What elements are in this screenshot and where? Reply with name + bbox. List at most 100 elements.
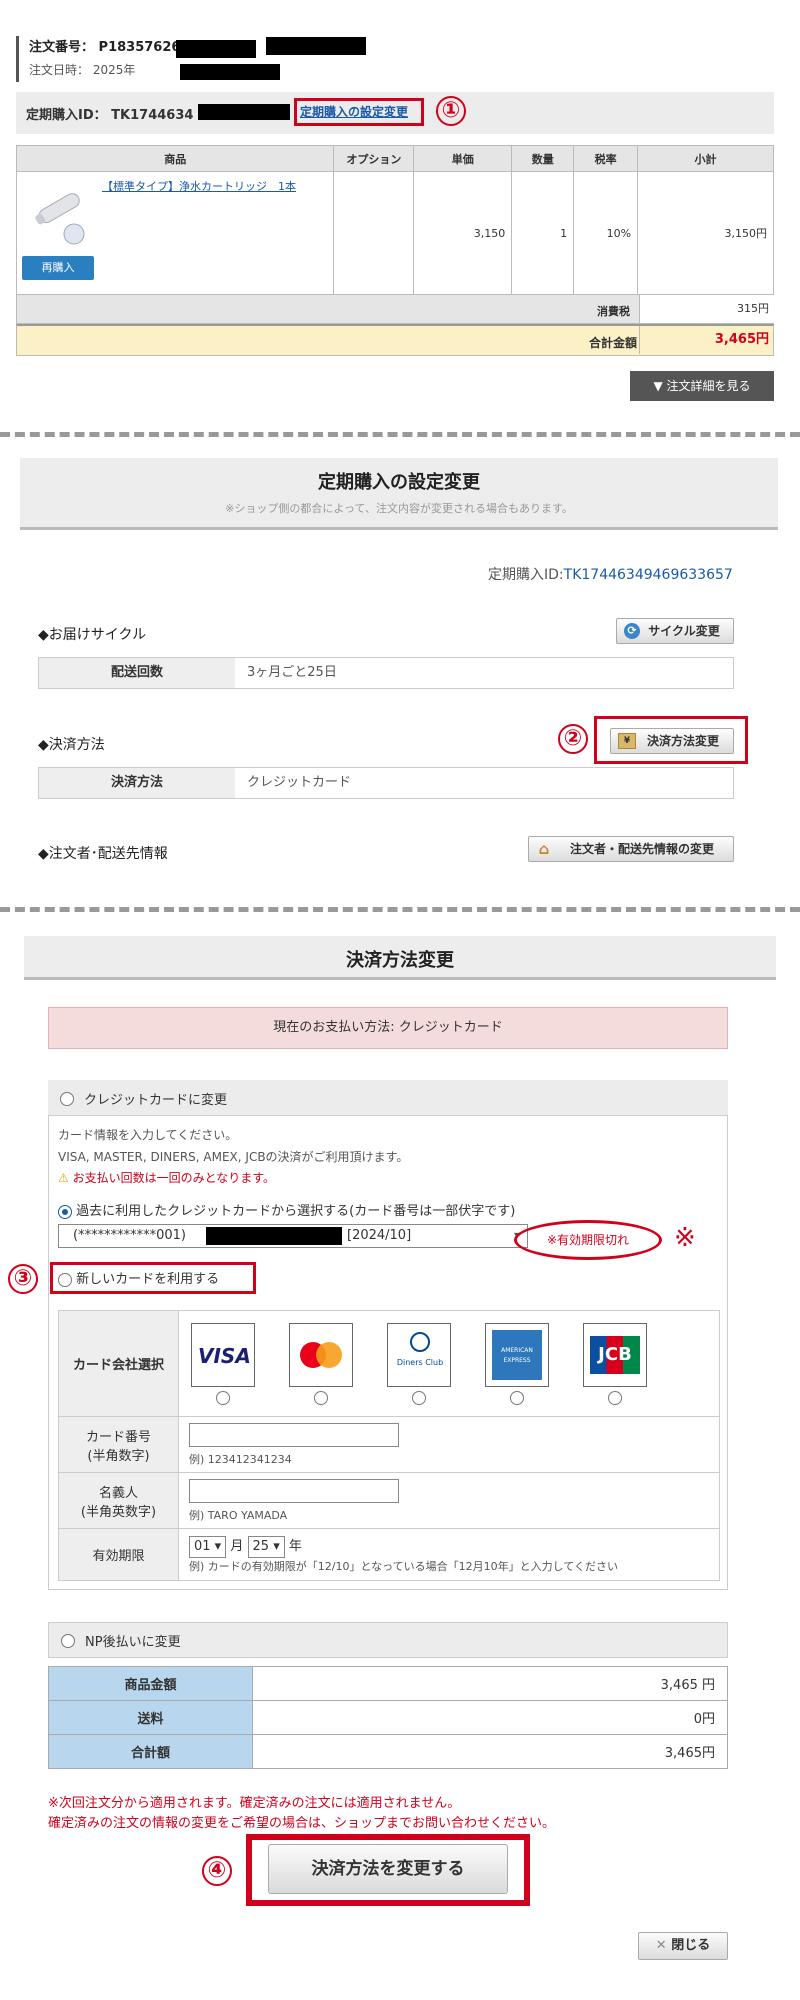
close-icon: ✕: [655, 1938, 667, 1953]
card-number-input[interactable]: [189, 1422, 399, 1447]
col-subtotal: 小計: [637, 145, 774, 172]
redaction: [180, 64, 280, 80]
product-link[interactable]: 【標準タイプ】浄水カートリッジ 1本: [102, 178, 296, 194]
teiki-id-label-2: 定期購入ID:: [488, 567, 564, 583]
payment-key: 決済方法: [39, 768, 235, 798]
diners-radio[interactable]: [412, 1390, 426, 1405]
cycle-change-button[interactable]: ⟳ サイクル変更: [616, 618, 734, 644]
mastercard-radio[interactable]: [314, 1390, 328, 1405]
order-date-label: 注文日時：: [29, 63, 90, 77]
redaction: [198, 104, 290, 120]
subtotal: 3,150円: [637, 171, 774, 295]
marker-3: ③: [8, 1264, 38, 1294]
amex-choice[interactable]: AMERICAN EXPRESS: [485, 1322, 549, 1405]
past-card-expiry: [2024/10]: [347, 1228, 412, 1243]
jcb-logo: JCB: [583, 1322, 647, 1387]
tax-value: 315円: [639, 295, 775, 323]
teiki-id-label: 定期購入ID：: [26, 108, 107, 123]
order-detail-button[interactable]: ▼ 注文詳細を見る: [630, 371, 774, 401]
new-card-option[interactable]: 新しいカードを利用する: [58, 1268, 219, 1287]
change-payment-submit-button[interactable]: 決済方法を変更する: [268, 1844, 508, 1894]
holder-label: 名義人 (半角英数字): [58, 1472, 179, 1529]
diners-choice[interactable]: Diners Club: [387, 1322, 451, 1405]
new-card-radio[interactable]: [58, 1272, 72, 1287]
divider: [0, 907, 800, 912]
tax-label: 消費税: [597, 305, 630, 318]
payment-value: クレジットカード: [247, 775, 352, 790]
expiry-example: 例) カードの有効期限が「12/10」となっている場合「12月10年」と入力して…: [189, 1560, 618, 1573]
jcb-choice[interactable]: JCB: [583, 1322, 647, 1405]
summary-label: 商品金額: [48, 1666, 253, 1701]
marker-asterisk: ※: [674, 1223, 696, 1253]
holder-input[interactable]: [189, 1478, 399, 1503]
close-button[interactable]: ✕ 閉じる: [638, 1932, 728, 1960]
diners-logo: Diners Club: [387, 1322, 451, 1387]
delivery-key: 配送回数: [39, 658, 235, 688]
visa-radio[interactable]: [216, 1390, 230, 1405]
cycle-change-label: サイクル変更: [648, 624, 720, 638]
credit-option-row[interactable]: クレジットカードに変更: [48, 1080, 728, 1116]
product-image: [35, 193, 85, 245]
redaction: [206, 1227, 342, 1245]
items-table: 商品 オプション 単価 数量 税率 小計 3,150 1 10% 3,150円: [15, 145, 774, 295]
col-unit-price: 単価: [413, 145, 513, 172]
np-option-label: NP後払いに変更: [85, 1635, 181, 1650]
teiki-settings-header: 定期購入の設定変更 ※ショップ側の都合によって、注文内容が変更される場合もありま…: [20, 458, 778, 530]
delivery-row: 配送回数 3ヶ月ごと25日: [38, 657, 734, 689]
customer-label: ◆注文者･配送先情報: [38, 846, 168, 862]
card-info-1: カード情報を入力してください。: [58, 1128, 238, 1142]
close-label: 閉じる: [671, 1938, 711, 1953]
rebuy-button[interactable]: 再購入: [22, 256, 94, 280]
teiki-id: TK1744634: [111, 108, 194, 123]
highlight-box: [294, 98, 424, 126]
order-number-label: 注文番号：: [29, 40, 95, 55]
past-card-option-label: 過去に利用したクレジットカードから選択する(カード番号は一部伏字です): [76, 1204, 516, 1219]
option-cell: [333, 171, 415, 295]
past-card-option[interactable]: 過去に利用したクレジットカードから選択する(カード番号は一部伏字です): [58, 1200, 515, 1219]
new-card-option-label: 新しいカードを利用する: [76, 1272, 220, 1287]
summary-table: 商品金額 3,465 円 送料 0円 合計額 3,465円: [48, 1666, 728, 1769]
col-tax: 税率: [573, 145, 639, 172]
tax-row: 消費税 315円: [16, 294, 775, 324]
col-product: 商品: [15, 145, 335, 172]
payment-row: 決済方法 クレジットカード: [38, 767, 734, 799]
past-card-number: (************001): [73, 1228, 186, 1243]
credit-radio[interactable]: [60, 1091, 74, 1106]
marker-1: ①: [436, 96, 466, 126]
customer-change-button[interactable]: ⌂ 注文者・配送先情報の変更: [528, 836, 734, 862]
card-company-label: カード会社選択: [58, 1310, 179, 1417]
np-option-row[interactable]: NP後払いに変更: [48, 1622, 728, 1658]
np-radio[interactable]: [61, 1633, 75, 1648]
past-card-radio[interactable]: [58, 1204, 72, 1219]
summary-value: 0円: [252, 1700, 728, 1735]
wallet-icon: ¥: [618, 733, 636, 749]
mastercard-logo: [289, 1322, 353, 1387]
note-1: ※次回注文分から適用されます。確定済みの注文には適用されません。: [48, 1796, 461, 1811]
refresh-icon: ⟳: [624, 623, 640, 639]
delivery-value: 3ヶ月ごと25日: [247, 665, 337, 680]
summary-value: 3,465円: [252, 1734, 728, 1769]
expiry-year-select[interactable]: 25 ▾: [247, 1536, 285, 1558]
order-date: 2025年: [92, 63, 136, 77]
new-card-form: カード会社選択 VISA Diners Club AMERICAN EXPRES…: [58, 1310, 720, 1581]
amex-radio[interactable]: [510, 1390, 524, 1405]
visa-logo: VISA: [191, 1322, 255, 1387]
jcb-radio[interactable]: [608, 1390, 622, 1405]
total-row: 合計金額 3,465円: [16, 324, 774, 356]
marker-4: ④: [202, 1856, 232, 1886]
order-number: P18357626: [98, 40, 181, 55]
visa-choice[interactable]: VISA: [191, 1322, 255, 1405]
payment-change-label: 決済方法変更: [646, 734, 719, 748]
card-info-2: VISA, MASTER, DINERS, AMEX, JCBの決済がご利用頂け…: [58, 1150, 409, 1164]
col-option: オプション: [333, 145, 415, 172]
amex-logo: AMERICAN EXPRESS: [485, 1322, 549, 1387]
mastercard-choice[interactable]: [289, 1322, 353, 1405]
payment-change-button[interactable]: ¥ 決済方法変更: [610, 728, 734, 754]
card-info-3-row: ⚠ お支払い回数は一回のみとなります。: [58, 1169, 275, 1186]
payment-change-header: 決済方法変更: [24, 936, 776, 980]
card-number-example: 例) 123412341234: [189, 1452, 292, 1466]
marker-2: ②: [558, 724, 588, 754]
teiki-settings-title: 定期購入の設定変更: [318, 472, 480, 493]
expiry-month-select[interactable]: 01 ▾: [189, 1536, 227, 1558]
expiry-label: 有効期限: [58, 1528, 179, 1581]
